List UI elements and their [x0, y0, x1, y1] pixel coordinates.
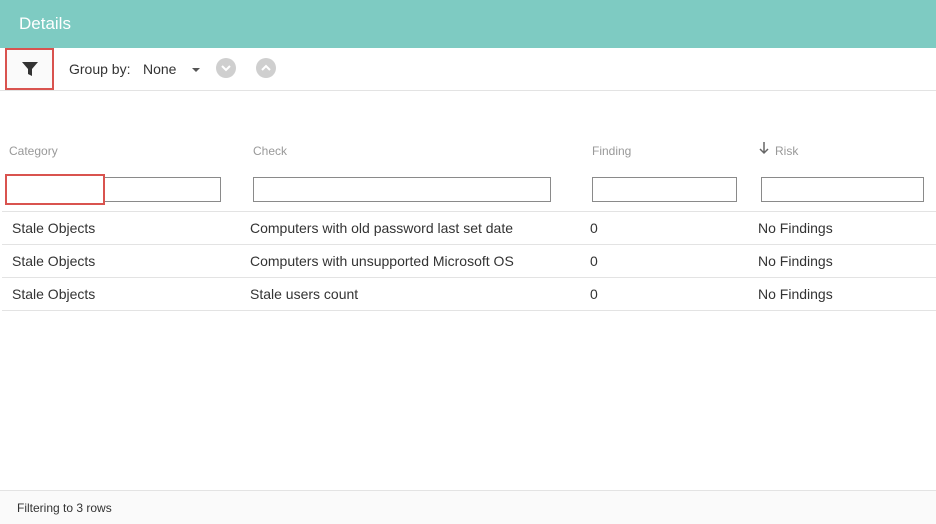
cell-risk: No Findings [758, 253, 833, 269]
cell-category: Stale Objects [12, 286, 96, 302]
table-row[interactable]: Stale Objects Computers with old passwor… [2, 212, 936, 245]
cell-finding: 0 [590, 253, 598, 269]
panel-title: Details [19, 14, 71, 33]
filter-icon [21, 62, 38, 76]
table-row[interactable]: Stale Objects Computers with unsupported… [2, 245, 936, 278]
filter-toggle-button[interactable] [5, 48, 54, 90]
cell-risk: No Findings [758, 220, 833, 236]
cell-finding: 0 [590, 286, 598, 302]
table-body: Stale Objects Computers with old passwor… [2, 211, 936, 311]
table-row[interactable]: Stale Objects Stale users count 0 No Fin… [2, 278, 936, 311]
filter-status-text: Filtering to 3 rows [17, 501, 112, 515]
check-filter-input[interactable] [253, 177, 551, 202]
group-by-label: Group by: [69, 61, 131, 77]
cell-category: Stale Objects [12, 220, 96, 236]
details-header: Details [0, 0, 936, 48]
chevron-down-circle-icon [221, 65, 231, 72]
chevron-down-icon[interactable] [192, 68, 200, 72]
cell-finding: 0 [590, 220, 598, 236]
status-bar: Filtering to 3 rows [0, 490, 936, 524]
cell-check: Computers with old password last set dat… [250, 220, 514, 236]
cell-check: Computers with unsupported Microsoft OS [250, 253, 514, 269]
arrow-down-icon[interactable] [758, 141, 770, 155]
category-filter-input[interactable] [9, 177, 221, 202]
expand-all-button[interactable] [216, 58, 236, 78]
cell-risk: No Findings [758, 286, 833, 302]
toolbar: Group by: None [0, 48, 936, 91]
cell-check: Stale users count [250, 286, 359, 302]
cell-category: Stale Objects [12, 253, 96, 269]
column-header-category[interactable]: Category [9, 144, 58, 158]
column-header-check[interactable]: Check [253, 144, 287, 158]
column-header-finding[interactable]: Finding [592, 144, 631, 158]
risk-filter-input[interactable] [761, 177, 924, 202]
collapse-all-button[interactable] [256, 58, 276, 78]
group-by-dropdown[interactable]: None [143, 61, 176, 77]
chevron-up-circle-icon [261, 64, 271, 71]
finding-filter-input[interactable] [592, 177, 737, 202]
column-header-risk[interactable]: Risk [775, 144, 798, 158]
